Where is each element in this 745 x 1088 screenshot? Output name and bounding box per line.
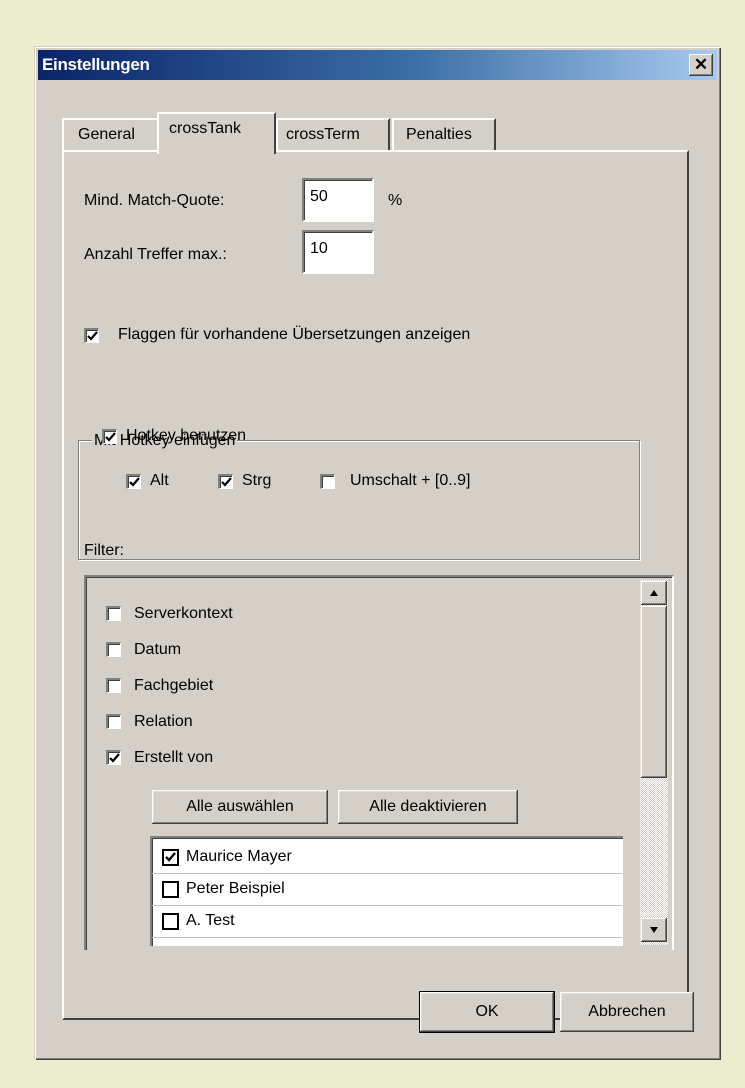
tab-general[interactable]: General — [62, 118, 159, 150]
tab-crosstank[interactable]: crossTank — [157, 112, 276, 154]
title-bar[interactable]: Einstellungen ✕ — [38, 50, 717, 80]
user-checkbox[interactable] — [162, 913, 179, 930]
filter-scrollbar[interactable] — [640, 580, 668, 945]
user-name: A. Test — [186, 912, 235, 929]
strg-label: Strg — [242, 472, 272, 489]
shift-label: Umschalt + [0..9] — [350, 472, 471, 489]
max-hits-label: Anzahl Treffer max.: — [84, 246, 227, 263]
filter-erstellt-von-label: Erstellt von — [134, 749, 214, 766]
arrow-down-icon — [650, 927, 658, 933]
filter-fachgebiet-label: Fachgebiet — [134, 677, 214, 694]
ok-button[interactable]: OK — [419, 991, 555, 1033]
window-title: Einstellungen — [42, 55, 150, 74]
user-name: Peter Beispiel — [186, 880, 285, 897]
max-hits-input[interactable]: 10 — [302, 230, 374, 274]
checkmark-icon — [105, 432, 116, 442]
filter-erstellt-von-checkbox[interactable] — [106, 750, 121, 765]
alt-label: Alt — [150, 472, 169, 489]
select-all-button[interactable]: Alle auswählen — [152, 790, 328, 824]
filter-fachgebiet-checkbox[interactable] — [106, 678, 121, 693]
close-button[interactable]: ✕ — [689, 54, 713, 76]
cancel-button[interactable]: Abbrechen — [560, 992, 694, 1032]
use-hotkey-label: Hotkey benutzen — [126, 427, 247, 444]
filter-relation-checkbox[interactable] — [106, 714, 121, 729]
user-row-peter-beispiel[interactable]: Peter Beispiel — [152, 874, 622, 906]
match-quote-input[interactable]: 50 — [302, 178, 374, 222]
scroll-up-button[interactable] — [641, 581, 667, 605]
user-row-maurice-mayer[interactable]: Maurice Mayer — [152, 842, 622, 874]
scroll-down-button[interactable] — [641, 918, 667, 942]
checkmark-icon — [109, 753, 120, 763]
flags-label: Flaggen für vorhandene Übersetzungen anz… — [118, 326, 471, 343]
checkmark-icon — [87, 331, 98, 341]
deselect-all-button[interactable]: Alle deaktivieren — [338, 790, 518, 824]
shift-checkbox[interactable] — [320, 474, 335, 489]
match-quote-unit: % — [388, 192, 403, 209]
alt-checkbox[interactable] — [126, 474, 141, 489]
user-list: Maurice Mayer Peter Beispiel A. Test — [150, 836, 623, 946]
checkmark-icon — [165, 852, 176, 862]
filter-serverkontext-label: Serverkontext — [134, 605, 233, 622]
filter-datum-label: Datum — [134, 641, 182, 658]
checkmark-icon — [221, 477, 232, 487]
checkmark-icon — [129, 477, 140, 487]
tab-crossterm[interactable]: crossTerm — [276, 118, 390, 150]
scroll-thumb[interactable] — [641, 606, 667, 778]
user-checkbox[interactable] — [162, 849, 179, 866]
filter-serverkontext-checkbox[interactable] — [106, 606, 121, 621]
match-quote-label: Mind. Match-Quote: — [84, 192, 225, 209]
match-quote-value: 50 — [310, 188, 328, 205]
user-row-a-test[interactable]: A. Test — [152, 906, 622, 938]
filter-datum-checkbox[interactable] — [106, 642, 121, 657]
flags-checkbox[interactable] — [84, 328, 99, 343]
hotkey-groupbox — [78, 440, 640, 560]
filter-label: Filter: — [84, 542, 124, 559]
filter-relation-label: Relation — [134, 713, 193, 730]
use-hotkey-checkbox[interactable] — [102, 429, 117, 444]
max-hits-value: 10 — [310, 240, 328, 257]
user-checkbox[interactable] — [162, 881, 179, 898]
arrow-up-icon — [650, 590, 658, 596]
tab-crossterm-label: crossTerm — [286, 126, 360, 143]
tab-general-label: General — [78, 126, 135, 143]
close-icon: ✕ — [693, 55, 709, 74]
tab-penalties-label: Penalties — [406, 126, 472, 143]
tab-crosstank-label: crossTank — [169, 120, 242, 137]
user-name: Maurice Mayer — [186, 848, 292, 865]
strg-checkbox[interactable] — [218, 474, 233, 489]
tab-penalties[interactable]: Penalties — [392, 118, 496, 150]
